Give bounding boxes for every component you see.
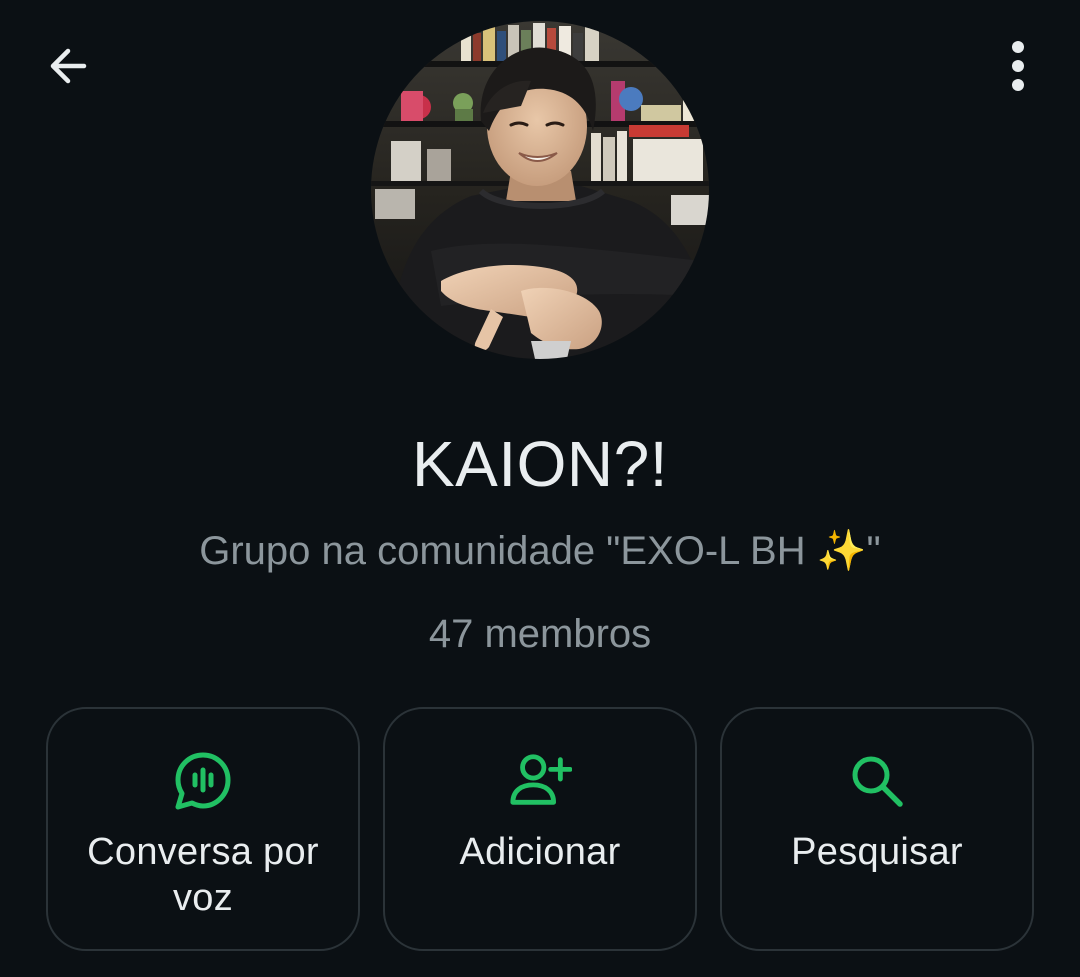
sparkles-emoji: ✨ (816, 529, 867, 573)
voice-chat-label: Conversa por voz (87, 831, 319, 919)
group-subtitle: Grupo na comunidade "EXO-L BH ✨" (0, 526, 1080, 576)
voice-chat-button[interactable]: Conversa por voz (46, 707, 360, 951)
back-button[interactable] (36, 34, 100, 98)
voice-chat-icon (171, 749, 235, 813)
group-info-screen: KAION?! Grupo na comunidade "EXO-L BH ✨"… (0, 0, 1080, 977)
quick-actions: Conversa por voz Adicionar Pesquisar (46, 707, 1034, 951)
add-member-button[interactable]: Adicionar (383, 707, 697, 951)
group-avatar[interactable] (371, 21, 709, 359)
subtitle-closing-quote: " (866, 529, 881, 573)
add-person-icon (508, 749, 572, 813)
group-photo (371, 21, 709, 359)
search-icon (845, 749, 909, 813)
more-options-button[interactable] (986, 34, 1050, 98)
subtitle-text: Grupo na comunidade "EXO-L BH (199, 529, 817, 573)
add-member-label: Adicionar (459, 831, 621, 873)
arrow-left-icon (50, 48, 87, 84)
member-count[interactable]: 47 membros (0, 609, 1080, 659)
more-vertical-icon (1012, 41, 1024, 91)
search-button[interactable]: Pesquisar (720, 707, 1034, 951)
group-name: KAION?! (411, 428, 669, 500)
search-label: Pesquisar (791, 831, 963, 873)
